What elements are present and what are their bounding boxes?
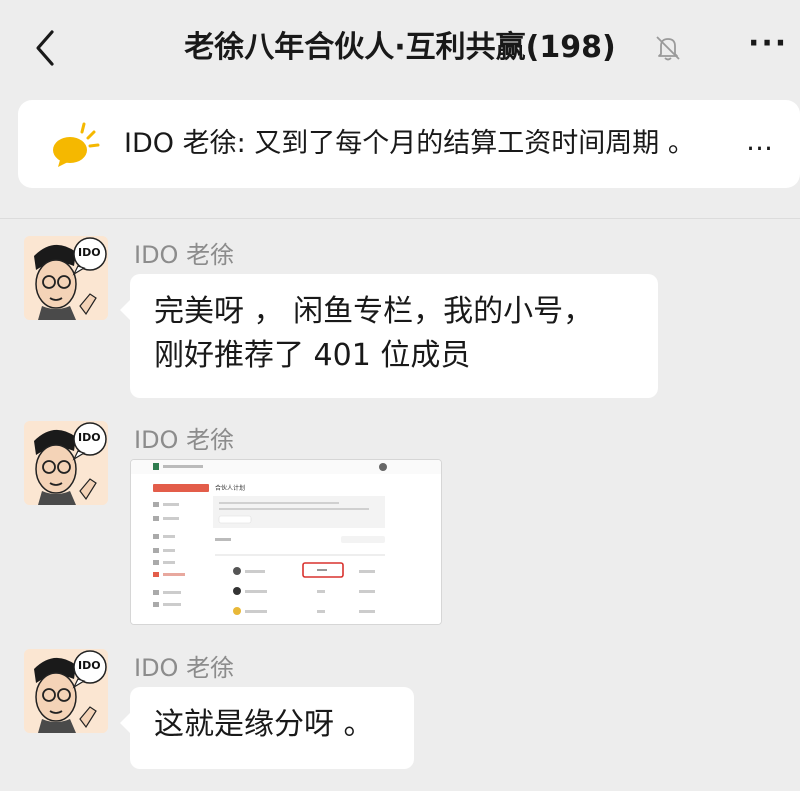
message-line: 完美呀 ， 闲鱼专栏，我的小号， [154, 294, 594, 329]
avatar[interactable]: IDO [24, 649, 108, 733]
message-bubble[interactable]: 这就是缘分呀 。 [120, 687, 414, 769]
message-line: 这就是缘分呀 。 [154, 707, 374, 742]
sender-name: IDO 老徐 [134, 426, 235, 454]
avatar-badge: IDO [78, 431, 101, 444]
more-options-button[interactable]: ··· [748, 29, 792, 64]
top-bar: 老徐八年合伙人·互利共赢(198) ··· [0, 0, 800, 98]
avatar-badge: IDO [78, 246, 101, 259]
screenshot-thumbnail-icon: 合伙人计划 [131, 460, 441, 624]
avatar-badge: IDO [78, 659, 101, 672]
muted-bell-icon [656, 36, 680, 61]
announcement-more[interactable]: … [746, 122, 776, 162]
message-bubble[interactable]: 完美呀 ， 闲鱼专栏，我的小号， 刚好推荐了 401 位成员 [120, 274, 658, 398]
pinned-announcement[interactable]: IDO 老徐: 又到了每个月的结算工资时间周期 。 … [18, 100, 800, 188]
sender-name: IDO 老徐 [134, 241, 235, 269]
avatar[interactable]: IDO [24, 236, 108, 320]
image-message-thumbnail[interactable]: 合伙人计划 [130, 459, 442, 625]
megaphone-icon [53, 122, 100, 167]
announcement-text: IDO 老徐: 又到了每个月的结算工资时间周期 。 [124, 128, 695, 159]
sender-name: IDO 老徐 [134, 654, 235, 682]
avatar[interactable]: IDO [24, 421, 108, 505]
divider [0, 218, 800, 219]
thumbnail-title: 合伙人计划 [215, 484, 245, 492]
message-line: 刚好推荐了 401 位成员 [154, 338, 471, 373]
